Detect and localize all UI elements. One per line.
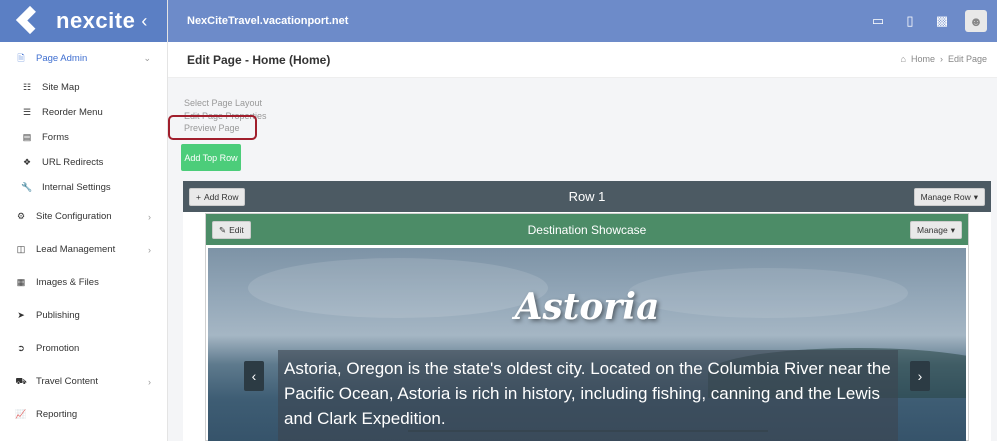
sidebar: nexcite ‹ 🗎 Page Admin ⌄ ☷ Site Map ☰ Re…	[0, 0, 168, 441]
caret-down-icon: ▾	[950, 224, 955, 235]
page-title: Edit Page - Home (Home)	[187, 52, 331, 67]
manage-module-button[interactable]: Manage ▾	[910, 221, 962, 239]
sitemap-icon: ☷	[22, 82, 32, 92]
sidebar-subitem-reorder-menu[interactable]: ☰ Reorder Menu	[0, 100, 167, 125]
sidebar-nav: 🗎 Page Admin ⌄ ☷ Site Map ☰ Reorder Menu…	[0, 42, 167, 431]
chevron-left-icon[interactable]: ‹	[141, 11, 147, 32]
sidebar-item-label: Reorder Menu	[42, 107, 103, 118]
nexcite-logo-icon	[15, 4, 50, 38]
site-title: NexCiteTravel.vacationport.net	[187, 15, 349, 27]
add-row-button[interactable]: + Add Row	[189, 188, 246, 206]
chevron-right-icon: ›	[148, 211, 151, 222]
sidebar-subitem-site-map[interactable]: ☷ Site Map	[0, 75, 167, 100]
sidebar-item-site-configuration[interactable]: ⚙ Site Configuration ›	[0, 200, 167, 233]
home-icon: ⌂	[900, 54, 906, 64]
chevron-right-icon: ›	[148, 376, 151, 387]
slide-caption: Astoria, Oregon is the state's oldest ci…	[278, 350, 898, 441]
arrow-circle-icon: ➲	[17, 343, 25, 353]
module-title: Destination Showcase	[527, 222, 647, 237]
sidebar-item-label: URL Redirects	[42, 157, 104, 168]
row-header: + Add Row Row 1 Manage Row ▾	[183, 181, 991, 212]
breadcrumb-home-link[interactable]: Home	[911, 54, 935, 64]
sidebar-item-images-files[interactable]: ▦ Images & Files	[0, 266, 167, 299]
brand-name: nexcite	[56, 8, 136, 33]
breadcrumb: ⌂ Home › Edit Page	[901, 54, 987, 64]
edit-module-button[interactable]: ✎ Edit	[212, 221, 251, 239]
breadcrumb-current: Edit Page	[947, 54, 987, 64]
module-container: ✎ Edit Destination Showcase Manage ▾ Ast…	[205, 213, 969, 441]
redirect-icon: ❖	[22, 157, 32, 167]
row-title: Row 1	[568, 189, 606, 204]
top-bar: NexCiteTravel.vacationport.net ▭ ▯ ▩ ☻	[168, 0, 997, 42]
sidebar-item-travel-content[interactable]: ⛟ Travel Content ›	[0, 365, 167, 398]
list-icon: ☰	[22, 107, 32, 117]
sidebar-item-reporting[interactable]: 📈 Reporting	[0, 398, 167, 431]
avatar[interactable]: ☻	[965, 10, 987, 32]
sidebar-item-label: Reporting	[36, 409, 78, 420]
module-header: ✎ Edit Destination Showcase Manage ▾	[206, 214, 968, 245]
edit-label: Edit	[229, 225, 244, 235]
sidebar-item-label: Images & Files	[36, 277, 99, 288]
manage-row-label: Manage Row	[920, 192, 971, 202]
car-icon: ⛟	[15, 375, 27, 386]
sidebar-item-label: Forms	[42, 132, 69, 143]
manage-label: Manage	[917, 225, 948, 235]
sidebar-item-label: Publishing	[36, 310, 80, 321]
desktop-view-icon[interactable]: ▭	[869, 11, 887, 31]
row-container: + Add Row Row 1 Manage Row ▾ ✎ Edit Dest…	[183, 181, 991, 441]
slide-next-button[interactable]: ›	[910, 361, 930, 391]
slide-title: Astoria	[514, 286, 660, 328]
caret-down-icon: ▾	[973, 191, 978, 202]
chevron-right-icon: ›	[148, 244, 151, 255]
sidebar-item-label: Travel Content	[36, 376, 98, 387]
page-header: Edit Page - Home (Home) ⌂ Home › Edit Pa…	[168, 42, 997, 78]
clipboard-icon: ◫	[16, 244, 26, 254]
sidebar-item-label: Promotion	[36, 343, 80, 354]
pencil-icon: ✎	[219, 224, 227, 235]
preview-highlight-box	[168, 115, 257, 140]
add-top-row-button[interactable]: Add Top Row	[181, 144, 241, 171]
sidebar-item-publishing[interactable]: ➤ Publishing	[0, 299, 167, 332]
chevron-left-icon: ‹	[251, 368, 257, 384]
gear-icon: ⚙	[16, 211, 26, 221]
file-icon: 🗎	[17, 52, 25, 63]
sidebar-subitem-forms[interactable]: ▤ Forms	[0, 125, 167, 150]
wrench-icon: 🔧	[21, 182, 33, 192]
chart-icon: 📈	[15, 409, 27, 419]
sidebar-item-label: Lead Management	[36, 244, 116, 255]
sidebar-item-label: Site Configuration	[36, 211, 112, 222]
sidebar-item-page-admin[interactable]: 🗎 Page Admin ⌄	[0, 42, 167, 75]
form-icon: ▤	[22, 132, 32, 142]
image-icon: ▦	[16, 277, 26, 287]
select-page-layout-link[interactable]: Select Page Layout	[184, 97, 267, 110]
destination-slide: Astoria Astoria, Oregon is the state's o…	[208, 248, 966, 441]
sidebar-subitem-url-redirects[interactable]: ❖ URL Redirects	[0, 150, 167, 175]
sidebar-subitem-internal-settings[interactable]: 🔧 Internal Settings	[0, 175, 167, 200]
breadcrumb-separator: ›	[939, 54, 943, 64]
chevron-down-icon: ⌄	[143, 53, 151, 63]
sidebar-item-lead-management[interactable]: ◫ Lead Management ›	[0, 233, 167, 266]
plus-icon: +	[196, 192, 201, 202]
sidebar-item-label: Page Admin	[36, 53, 88, 64]
top-icons: ▭ ▯ ▩ ☻	[869, 10, 987, 32]
sidebar-item-label: Site Map	[42, 82, 80, 93]
sidebar-item-label: Internal Settings	[42, 182, 111, 193]
rocket-icon: ➤	[17, 310, 25, 320]
brand-bar: nexcite ‹	[0, 0, 167, 42]
mobile-view-icon[interactable]: ▯	[901, 11, 919, 31]
chevron-right-icon: ›	[917, 368, 923, 384]
sidebar-item-promotion[interactable]: ➲ Promotion	[0, 332, 167, 365]
slide-prev-button[interactable]: ‹	[244, 361, 264, 391]
add-row-label: Add Row	[203, 192, 239, 202]
chat-icon[interactable]: ▩	[933, 11, 951, 31]
manage-row-button[interactable]: Manage Row ▾	[913, 188, 985, 206]
content-area: Select Page Layout Edit Page Properties …	[168, 78, 997, 441]
